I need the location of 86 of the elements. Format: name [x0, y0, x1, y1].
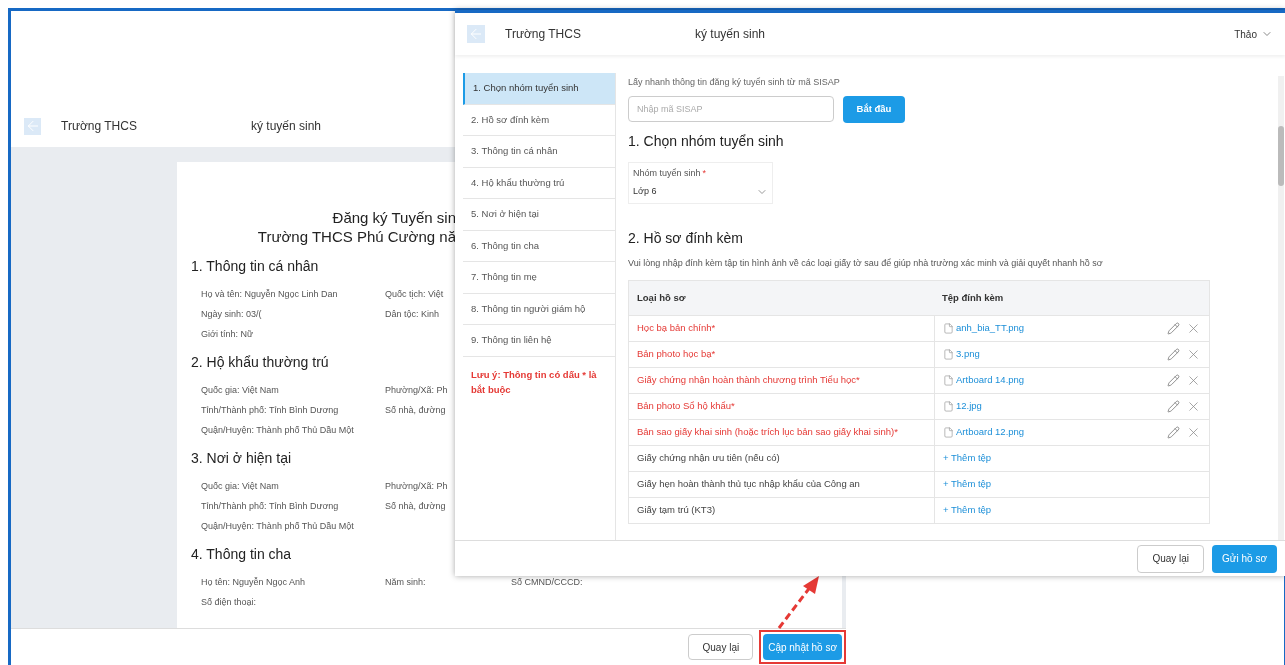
field-text: Số điện thoại: — [201, 597, 257, 607]
field-text: Họ và tên: Nguyễn Ngọc Linh Dan — [201, 289, 338, 299]
file-link[interactable]: 12.jpg — [956, 399, 982, 414]
field-text: Quận/Huyện: Thành phố Thủ Dầu Một — [201, 521, 354, 531]
section-description: Vui lòng nhập đính kèm tập tin hình ảnh về các loại giấy tờ sau để giúp nhà trường xác minh và giải quyết nhanh hồ sơ — [628, 256, 1104, 270]
section-heading: 4. Thông tin cha — [191, 545, 292, 564]
school-name: Trường THCS — [505, 26, 582, 43]
file-link[interactable]: anh_bia_TT.png — [956, 321, 1025, 336]
field-text: Phường/Xã: Ph — [385, 385, 448, 395]
field-text: Quốc gia: Việt Nam — [201, 385, 279, 395]
field-text: Quận/Huyện: Thành phố Thủ Dầu Một — [201, 425, 354, 435]
sidebar-item[interactable]: 4. Hộ khẩu thường trú — [463, 167, 615, 199]
document-type: Bản sao giấy khai sinh (hoặc trích lục bản sao giấy khai sinh)* — [636, 425, 899, 440]
field-text: Ngày sinh: 03/( — [201, 309, 262, 319]
document-type: Giấy tạm trú (KT3) — [636, 503, 717, 518]
file-link[interactable]: Artboard 14.png — [956, 373, 1025, 388]
section-heading: 1. Thông tin cá nhân — [191, 257, 319, 276]
column-header: Loại hồ sơ — [636, 290, 687, 305]
close-icon[interactable] — [1186, 321, 1201, 336]
edit-icon[interactable] — [1167, 400, 1180, 413]
document-type: Giấy chứng nhận ưu tiên (nếu có) — [636, 451, 781, 466]
document-type: Giấy chứng nhận hoàn thành chương trình Tiểu học* — [636, 373, 861, 388]
quick-fill-label: Lấy nhanh thông tin đăng ký tuyển sinh từ mã SISAP — [628, 76, 841, 89]
document-type: Giấy hẹn hoàn thành thủ tục nhập khẩu của Công an — [636, 477, 861, 492]
file-icon — [943, 427, 954, 438]
document-title: Đăng ký Tuyến sin — [332, 208, 456, 227]
sidebar-item[interactable]: 6. Thông tin cha — [463, 230, 615, 262]
field-text: Tỉnh/Thành phố: Tỉnh Bình Dương — [201, 501, 339, 511]
sidebar-item[interactable]: 9. Thông tin liên hệ — [463, 325, 615, 357]
add-file-link[interactable]: + Thêm tệp — [943, 451, 992, 466]
document-title: Trường THCS Phú Cường nă — [257, 227, 456, 246]
file-link[interactable]: Artboard 12.png — [956, 425, 1025, 440]
scrollbar-thumb[interactable] — [1278, 126, 1284, 186]
field-text: Phường/Xã: Ph — [385, 481, 448, 491]
close-icon[interactable] — [1186, 399, 1201, 414]
file-link[interactable]: 3.png — [956, 347, 980, 362]
edit-icon[interactable] — [1167, 348, 1180, 361]
page-title: ký tuyến sinh — [695, 26, 766, 43]
sidebar-item[interactable]: 3. Thông tin cá nhân — [463, 136, 615, 168]
field-text: Năm sinh: — [385, 577, 426, 587]
edit-icon[interactable] — [1167, 322, 1180, 335]
select-value: Lớp 6 — [633, 185, 657, 198]
edit-icon[interactable] — [1167, 426, 1180, 439]
add-file-link[interactable]: + Thêm tệp — [943, 503, 992, 518]
select-label: Nhóm tuyển sinh — [633, 166, 701, 180]
field-text: Quốc tịch: Việt — [385, 289, 444, 299]
back-icon[interactable] — [24, 117, 41, 135]
document-type: Học bạ bản chính* — [636, 321, 717, 336]
user-name[interactable]: Thảo — [1234, 26, 1257, 42]
required-mark: * — [702, 166, 707, 180]
field-text: Số CMND/CCCD: — [511, 577, 583, 587]
section-heading: 3. Nơi ở hiện tại — [191, 449, 292, 468]
file-icon — [943, 401, 954, 412]
sidebar-item[interactable]: 7. Thông tin mẹ — [463, 262, 615, 294]
file-icon — [943, 375, 954, 386]
field-text: Giới tính: Nữ — [201, 329, 253, 339]
group-select[interactable]: Nhóm tuyển sinh * Lớp 6 — [628, 161, 773, 204]
sidebar-item[interactable]: 1. Chọn nhóm tuyển sinh — [463, 73, 615, 105]
sidebar-item[interactable]: 8. Thông tin người giám hộ — [463, 293, 615, 325]
section-heading: 2. Hồ sơ đính kèm — [628, 228, 744, 248]
sidebar-item[interactable]: 2. Hồ sơ đính kèm — [463, 104, 615, 136]
document-type: Bản photo Sổ hộ khẩu* — [636, 399, 736, 414]
field-text: Số nhà, đường — [385, 405, 446, 415]
section-heading: 2. Hộ khẩu thường trú — [191, 353, 329, 372]
sidebar-item[interactable]: 5. Nơi ở hiện tại — [463, 199, 615, 231]
add-file-link[interactable]: + Thêm tệp — [943, 477, 992, 492]
close-icon[interactable] — [1186, 425, 1201, 440]
school-name: Trường THCS — [61, 118, 138, 135]
field-text: Họ tên: Nguyễn Ngọc Anh — [201, 577, 306, 587]
back-button[interactable]: Quay lại — [1137, 544, 1205, 573]
document-type: Bản photo học bạ* — [636, 347, 717, 362]
file-icon — [943, 349, 954, 360]
edit-icon[interactable] — [1167, 374, 1180, 387]
file-icon — [943, 323, 954, 334]
required-note: Lưu ý: Thông tin có dấu * là bắt buộc — [470, 367, 598, 397]
field-text: Dân tộc: Kinh — [385, 309, 440, 319]
close-icon[interactable] — [1186, 373, 1201, 388]
close-icon[interactable] — [1186, 347, 1201, 362]
section-heading: 1. Chọn nhóm tuyển sinh — [628, 131, 785, 151]
back-button[interactable]: Quay lại — [688, 634, 754, 660]
page-title: ký tuyến sinh — [251, 118, 322, 135]
column-header: Tệp đính kèm — [941, 290, 1005, 305]
sisap-input[interactable]: Nhập mã SISAP — [628, 95, 834, 122]
field-text: Số nhà, đường — [385, 501, 446, 511]
field-text: Tỉnh/Thành phố: Tỉnh Bình Dương — [201, 405, 339, 415]
field-text: Quốc gia: Việt Nam — [201, 481, 279, 491]
